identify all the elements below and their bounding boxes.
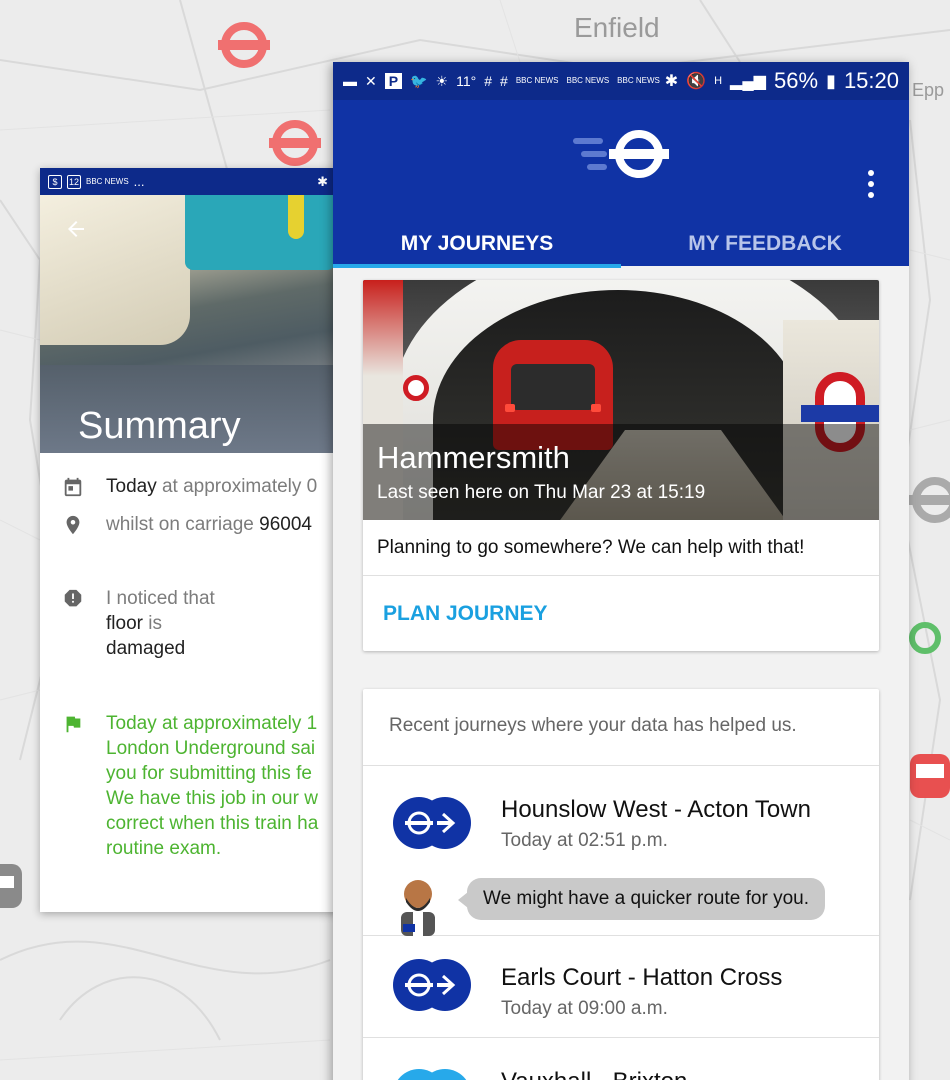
station-roundel-icon[interactable] bbox=[214, 20, 274, 70]
map-place-label: Enfield bbox=[574, 12, 660, 43]
notice-item: floor bbox=[106, 613, 143, 634]
station-roundel-icon[interactable] bbox=[905, 616, 950, 660]
last-seen-card: Hammersmith Last seen here on Thu Mar 23… bbox=[363, 280, 879, 651]
back-arrow-icon[interactable] bbox=[64, 217, 88, 241]
last-seen-text: Last seen here on Thu Mar 23 at 15:19 bbox=[377, 482, 706, 503]
page-title: Summary bbox=[78, 405, 241, 447]
bluetooth-icon: ✱ bbox=[317, 173, 328, 189]
recent-journeys-card: Recent journeys where your data has help… bbox=[363, 689, 879, 1080]
slack-icon: # bbox=[484, 73, 493, 89]
plan-journey-button[interactable]: PLAN JOURNEY bbox=[363, 576, 879, 651]
bus-stop-icon[interactable] bbox=[0, 862, 30, 910]
response-line: We have this job in our w bbox=[106, 788, 318, 809]
location-row: whilst on carriage 96004 bbox=[62, 512, 312, 537]
tube-journey-icon bbox=[397, 1069, 467, 1080]
bbc-news-icon: BBC NEWS bbox=[86, 176, 129, 186]
calendar-icon bbox=[64, 477, 82, 497]
app-header: MY JOURNEYS MY FEEDBACK bbox=[333, 100, 909, 268]
carriage-number: 96004 bbox=[259, 514, 312, 535]
tfl-logo-icon bbox=[573, 130, 669, 178]
tube-journey-icon bbox=[393, 959, 471, 1011]
journey-item[interactable]: Earls Court - Hatton Cross Today at 09:0… bbox=[363, 936, 879, 1038]
journey-route: Earls Court - Hatton Cross bbox=[501, 964, 783, 991]
notice-is: is bbox=[142, 613, 162, 634]
bbc-news-icon: BBC NEWS bbox=[515, 76, 559, 85]
overflow-menu-icon[interactable] bbox=[865, 168, 877, 200]
notice-prefix: I noticed that bbox=[106, 588, 215, 609]
bbc-news-icon: BBC NEWS bbox=[566, 76, 610, 85]
date-bold: Today bbox=[106, 476, 157, 497]
weather-icon: ☀ bbox=[435, 72, 449, 89]
my-journeys-screen: ▬ ✕ P 🐦 ☀ 11° # # BBC NEWS BBC NEWS BBC … bbox=[333, 62, 909, 1080]
photo-roundel-bar bbox=[801, 405, 879, 422]
battery-icon: ▮ bbox=[826, 70, 836, 91]
suggestion-bubble[interactable]: We might have a quicker route for you. bbox=[458, 878, 825, 920]
station-photo: Hammersmith Last seen here on Thu Mar 23… bbox=[363, 280, 879, 520]
feedback-summary-screen: $ 12 BBC NEWS ... ✱ Summary Today at app… bbox=[40, 168, 340, 912]
location-prefix: whilst on carriage bbox=[106, 514, 260, 535]
response-row: Today at approximately 1 London Undergro… bbox=[62, 711, 318, 861]
summary-photo: Summary bbox=[40, 195, 340, 453]
notice-row: I noticed that floor is damaged bbox=[62, 586, 215, 661]
bus-stop-icon[interactable] bbox=[908, 752, 950, 800]
flag-icon bbox=[66, 716, 81, 733]
journey-time: Today at 02:51 p.m. bbox=[501, 830, 668, 851]
battery-percent: 56% bbox=[773, 68, 819, 93]
journey-route: Hounslow West - Acton Town bbox=[501, 796, 811, 823]
recent-journeys-heading: Recent journeys where your data has help… bbox=[363, 689, 879, 766]
parking-icon: P bbox=[384, 73, 403, 89]
station-roundel-icon[interactable] bbox=[905, 470, 950, 530]
staff-avatar-icon bbox=[401, 880, 435, 936]
notice-state: damaged bbox=[106, 638, 186, 659]
date-row: Today at approximately 0 bbox=[62, 474, 317, 499]
messages-icon: ▬ bbox=[343, 73, 357, 89]
status-bar: $ 12 BBC NEWS ... ✱ bbox=[40, 168, 340, 195]
signal-icon: ▂▄▆ bbox=[730, 73, 766, 90]
tube-journey-icon bbox=[393, 797, 471, 849]
response-line: correct when this train ha bbox=[106, 813, 319, 834]
bbc-news-icon: BBC NEWS bbox=[617, 76, 660, 85]
alert-icon bbox=[64, 589, 82, 607]
station-roundel-icon[interactable] bbox=[265, 118, 325, 168]
photo-train-light bbox=[591, 404, 601, 412]
date-rest: at approximately 0 bbox=[156, 476, 318, 497]
status-bar: ▬ ✕ P 🐦 ☀ 11° # # BBC NEWS BBC NEWS BBC … bbox=[333, 62, 909, 100]
photo-seat bbox=[185, 195, 335, 270]
plan-prompt: Planning to go somewhere? We can help wi… bbox=[363, 520, 879, 576]
bluetooth-icon: ✱ bbox=[664, 73, 679, 90]
station-name: Hammersmith bbox=[377, 440, 570, 475]
response-line: routine exam. bbox=[106, 838, 222, 859]
twitter-icon: 🐦 bbox=[410, 72, 428, 89]
clock: 15:20 bbox=[843, 68, 899, 93]
missed-call-icon: ✕ bbox=[365, 72, 377, 89]
more-notifications: ... bbox=[133, 174, 145, 189]
network-type-icon: H bbox=[714, 75, 723, 87]
dollar-icon: $ bbox=[48, 174, 62, 189]
photo-train-light bbox=[505, 404, 515, 412]
journey-route: Vauxhall - Brixton bbox=[501, 1068, 687, 1080]
location-pin-icon bbox=[66, 515, 80, 535]
response-line: London Underground sai bbox=[106, 738, 316, 759]
photo-pole bbox=[288, 195, 304, 239]
journey-time: Today at 09:00 a.m. bbox=[501, 998, 668, 1019]
mute-icon: 🔇 bbox=[686, 73, 707, 90]
photo-seat-base bbox=[40, 195, 190, 345]
map-place-label-2: Epp bbox=[912, 80, 945, 100]
calendar-12-icon: 12 bbox=[67, 174, 81, 189]
slack-icon: # bbox=[500, 73, 508, 89]
journey-item[interactable]: Hounslow West - Acton Town Today at 02:5… bbox=[363, 766, 879, 936]
weather-temp: 11° bbox=[456, 73, 477, 89]
response-line: Today at approximately 1 bbox=[106, 713, 318, 734]
photo-roundel-sign bbox=[403, 375, 429, 401]
tab-bar: MY JOURNEYS MY FEEDBACK bbox=[333, 226, 909, 268]
tab-my-journeys[interactable]: MY JOURNEYS bbox=[333, 226, 621, 268]
response-line: you for submitting this fe bbox=[106, 763, 312, 784]
tab-my-feedback[interactable]: MY FEEDBACK bbox=[621, 226, 909, 266]
journey-item[interactable]: Vauxhall - Brixton bbox=[363, 1038, 879, 1080]
